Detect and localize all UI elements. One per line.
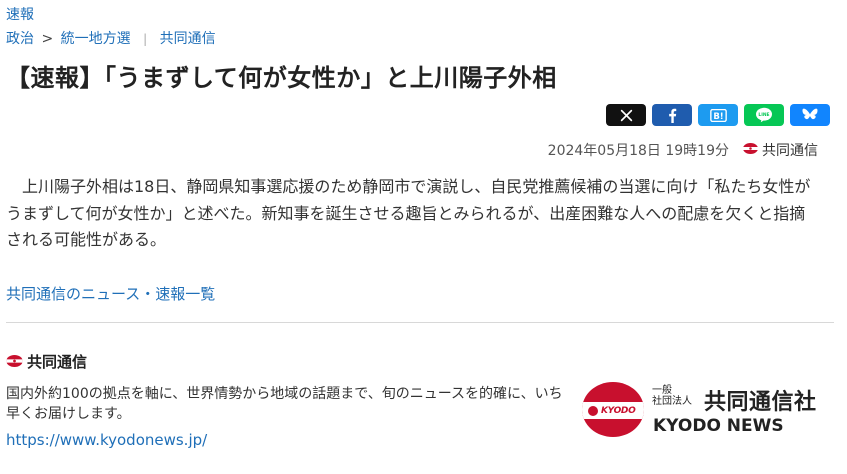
svg-text:B!: B!: [713, 111, 723, 121]
article-lead: 上川陽子外相は18日、静岡県知事選応援のため静岡市で演説し、自民党推薦候補の当選…: [6, 177, 811, 249]
article-date: 2024年05月18日 19時19分: [547, 143, 729, 159]
article-meta: 2024年05月18日 19時19分 共同通信: [548, 140, 818, 160]
kyodo-logo-corp-type: 一般 社団法人: [652, 385, 700, 407]
breadcrumb-flash-link[interactable]: 速報: [6, 4, 34, 24]
kyodo-logo-small-1: 一般: [652, 385, 672, 396]
publisher-description: 国内外約100の拠点を軸に、世界情勢から地域の話題まで、旬のニュースを的確に、い…: [6, 386, 563, 422]
bluesky-icon: [802, 108, 818, 122]
facebook-icon: [668, 108, 677, 123]
kyodo-logo-name-ja: 共同通信社: [704, 390, 817, 415]
breadcrumb-separator: >: [41, 31, 54, 47]
share-x-button[interactable]: [606, 104, 646, 126]
share-facebook-button[interactable]: [652, 104, 692, 126]
kyodo-logo-name-en: KYODO NEWS: [653, 416, 784, 436]
share-line-button[interactable]: LINE: [744, 104, 784, 126]
x-icon: [620, 109, 633, 122]
kyodo-news-logo[interactable]: KYODO 一般 社団法人 共同通信社 KYODO NEWS: [582, 380, 834, 442]
breadcrumb-item-local-election[interactable]: 統一地方選: [61, 31, 131, 47]
publisher-url-link[interactable]: https://www.kyodonews.jp/: [6, 431, 207, 449]
publisher-name: 共同通信: [27, 353, 88, 371]
breadcrumb-item-politics[interactable]: 政治: [6, 31, 34, 47]
article-source: 共同通信: [743, 140, 818, 160]
section-divider: [6, 322, 834, 323]
news-list-link[interactable]: 共同通信のニュース・速報一覧: [6, 283, 215, 304]
article-source-label: 共同通信: [762, 143, 818, 159]
kyodo-logo-mark-icon: KYODO: [582, 382, 644, 437]
kyodo-mark-icon: [6, 353, 23, 371]
share-bluesky-button[interactable]: [790, 104, 830, 126]
kyodo-mark-icon: [743, 142, 758, 158]
share-hatena-button[interactable]: B!: [698, 104, 738, 126]
share-buttons: B! LINE: [606, 104, 830, 126]
kyodo-logo-band-text: KYODO: [601, 405, 636, 416]
breadcrumb: 政治 > 統一地方選 | 共同通信: [6, 28, 216, 48]
article-title: 【速報】「うまずして何が女性か」と上川陽子外相: [6, 64, 557, 92]
kyodo-logo-small-2: 社団法人: [652, 396, 692, 407]
breadcrumb-divider: |: [143, 32, 148, 46]
hatena-bookmark-icon: B!: [709, 108, 727, 122]
breadcrumb-item-kyodo[interactable]: 共同通信: [160, 31, 216, 47]
publisher-heading: 共同通信: [6, 351, 87, 372]
line-icon: LINE: [755, 107, 773, 123]
svg-text:LINE: LINE: [758, 112, 769, 118]
